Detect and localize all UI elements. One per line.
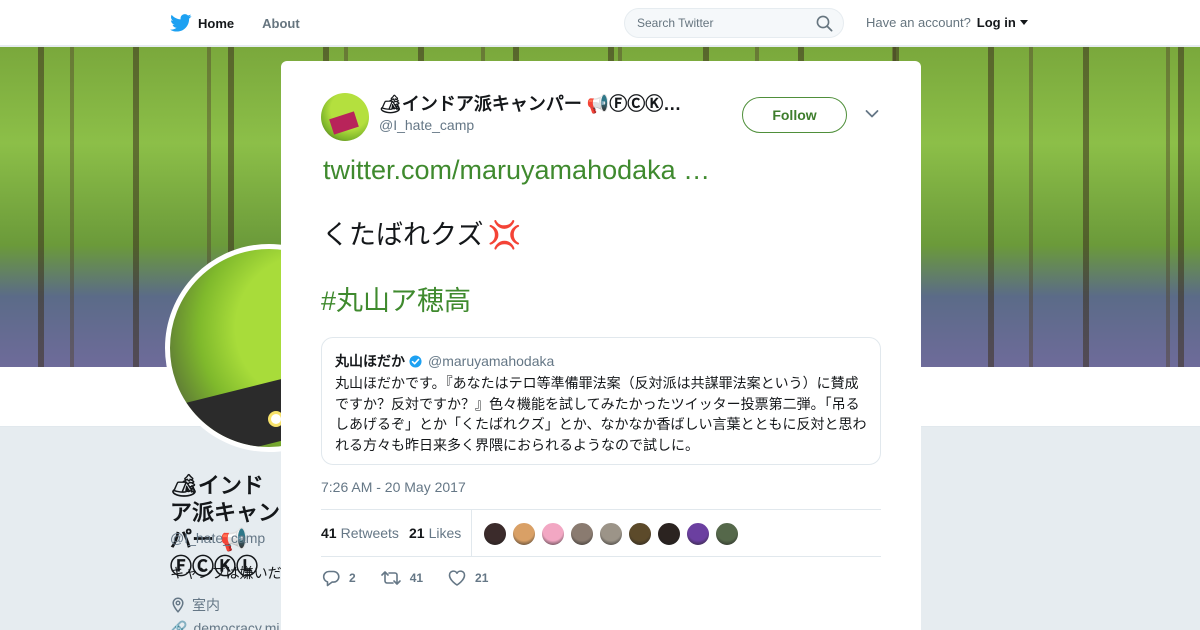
profile-location: 室内 xyxy=(170,595,220,615)
likes-count: 21 xyxy=(409,525,425,541)
nav-about-label: About xyxy=(262,15,300,31)
liker-avatar[interactable] xyxy=(570,522,594,546)
search-box xyxy=(624,8,844,38)
reply-button[interactable]: 2 xyxy=(321,569,356,587)
link-icon: 🔗 xyxy=(170,620,188,630)
liker-avatar[interactable] xyxy=(715,522,739,546)
retweets-stat[interactable]: 41 Retweets xyxy=(321,525,399,541)
tweet-link[interactable]: twitter.com/maruyamahodaka … xyxy=(323,154,710,186)
search-input[interactable] xyxy=(625,9,795,37)
retweet-button[interactable]: 41 xyxy=(380,569,423,587)
retweet-icon xyxy=(380,571,401,585)
reply-icon xyxy=(322,570,340,587)
author-name[interactable]: 🏕インドア派キャンパー 📢ⒻⒸⓀ… xyxy=(379,93,681,115)
retweet-count: 41 xyxy=(409,571,424,585)
login-dropdown-caret-icon[interactable] xyxy=(1019,20,1028,25)
liker-avatar[interactable] xyxy=(599,522,623,546)
nav-about-link[interactable]: About xyxy=(262,16,300,31)
profile-website-text[interactable]: democracy.mi xyxy=(193,620,279,630)
retweets-label: Retweets xyxy=(340,525,399,541)
close-icon[interactable] xyxy=(1155,13,1177,35)
profile-handle[interactable]: @I_hate_camp xyxy=(170,530,265,546)
author-avatar-mat-shape xyxy=(329,111,359,135)
author-text: 🏕インドア派キャンパー 📢ⒻⒸⓀ… @I_hate_camp xyxy=(379,93,681,141)
tweet-text-body: くたばれクズ xyxy=(322,220,484,250)
quote-header: 丸山ほだか @maruyamahodaka xyxy=(335,351,554,371)
tweet-modal: 🏕インドア派キャンパー 📢ⒻⒸⓀ… @I_hate_camp Follow tw… xyxy=(281,61,921,630)
stats-divider xyxy=(471,510,472,557)
profile-location-text: 室内 xyxy=(192,597,220,613)
anger-emoji-icon: 💢 xyxy=(487,220,522,250)
chevron-down-icon[interactable] xyxy=(865,109,879,119)
quoted-tweet[interactable]: 丸山ほだか @maruyamahodaka 丸山ほだかです。『あなたはテロ等準備… xyxy=(321,337,881,465)
tweet-stats: 41 Retweets 21 Likes xyxy=(321,509,881,557)
follow-button[interactable]: Follow xyxy=(742,97,847,133)
retweets-count: 41 xyxy=(321,525,337,541)
liker-avatar[interactable] xyxy=(483,522,507,546)
profile-website: 🔗 democracy.mi xyxy=(170,620,280,630)
liker-avatar[interactable] xyxy=(512,522,536,546)
author-avatar[interactable] xyxy=(321,93,369,141)
reply-count: 2 xyxy=(349,571,356,585)
tweet-actions: 2 41 21 xyxy=(321,569,512,587)
nav-home-link[interactable]: Home xyxy=(170,14,234,32)
top-nav-bar: Home About Have an account? Log in xyxy=(0,0,1200,46)
likes-label: Likes xyxy=(428,525,462,541)
like-button[interactable]: 21 xyxy=(447,569,488,587)
liker-avatar[interactable] xyxy=(657,522,681,546)
tweet-timestamp[interactable]: 7:26 AM - 20 May 2017 xyxy=(321,479,466,495)
tweet-hashtag[interactable]: #丸山ア穂高 xyxy=(321,284,471,318)
search-icon[interactable] xyxy=(816,15,833,32)
heart-icon xyxy=(448,570,466,586)
liker-avatar[interactable] xyxy=(686,522,710,546)
likes-stat[interactable]: 21 Likes xyxy=(409,525,461,541)
account-prompt: Have an account? xyxy=(866,15,971,30)
quote-author-name: 丸山ほだか xyxy=(335,353,405,369)
location-pin-icon xyxy=(172,597,184,613)
liker-avatar[interactable] xyxy=(628,522,652,546)
tweet-text: くたばれクズ 💢 xyxy=(322,218,521,252)
login-link[interactable]: Log in xyxy=(977,15,1016,30)
nav-home-label: Home xyxy=(198,15,235,31)
account-area: Have an account? Log in xyxy=(866,15,1028,30)
quote-text: 丸山ほだかです。『あなたはテロ等準備罪法案（反対派は共謀罪法案という）に賛成です… xyxy=(335,375,867,453)
liker-avatar[interactable] xyxy=(541,522,565,546)
twitter-bird-icon xyxy=(170,14,192,32)
verified-badge-icon xyxy=(409,354,422,368)
tweet-author[interactable]: 🏕インドア派キャンパー 📢ⒻⒸⓀ… @I_hate_camp xyxy=(321,93,681,141)
author-handle[interactable]: @I_hate_camp xyxy=(379,117,681,133)
nav-links: Home About xyxy=(170,0,300,46)
quote-author-handle: @maruyamahodaka xyxy=(428,353,555,369)
profile-bio: キャンプは嫌いだ xyxy=(170,565,282,581)
like-count: 21 xyxy=(475,571,489,585)
liker-avatars xyxy=(483,522,739,546)
